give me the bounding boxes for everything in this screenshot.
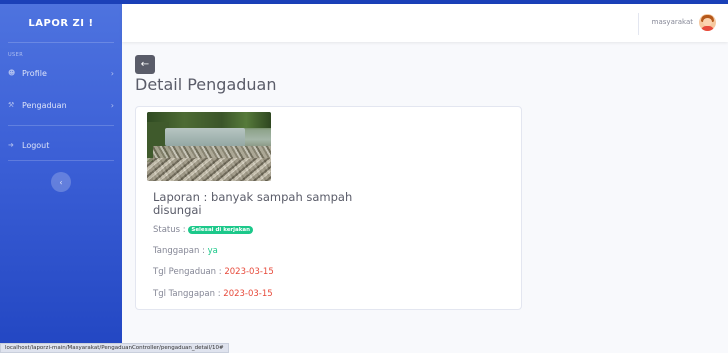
avatar[interactable] xyxy=(699,14,716,31)
complaint-date-label: Tgl Pengaduan : xyxy=(153,267,225,277)
user-icon: ☻ xyxy=(8,69,16,77)
detail-card: Laporan : banyak sampah sampah disungai … xyxy=(135,106,522,310)
complaint-date-line: Tgl Pengaduan : 2023-03-15 xyxy=(153,267,274,277)
browser-status-url: localhost/laporzi-main/Masyarakat/Pengad… xyxy=(0,343,229,353)
report-title: Laporan : banyak sampah sampah disungai xyxy=(153,191,353,217)
response-date-label: Tgl Tanggapan : xyxy=(153,289,224,299)
sidebar-item-logout[interactable]: ➜ Logout xyxy=(0,133,122,157)
sidebar-heading: USER xyxy=(8,52,24,58)
response-date-line: Tgl Tanggapan : 2023-03-15 xyxy=(153,289,273,299)
response-value: ya xyxy=(207,246,218,256)
avatar-body xyxy=(701,26,714,31)
response-date-value: 2023-03-15 xyxy=(223,289,273,299)
sidebar-item-profile[interactable]: ☻ Profile › xyxy=(0,61,122,85)
back-button[interactable]: ← xyxy=(135,55,155,74)
sidebar-item-label: Profile xyxy=(22,68,47,78)
chevron-right-icon: › xyxy=(110,68,114,78)
topbar-divider xyxy=(638,13,639,35)
status-line: Status : Selesai di kerjakan xyxy=(153,225,254,235)
sidebar-brand[interactable]: LAPOR ZI ! xyxy=(0,4,122,42)
report-label: Laporan : xyxy=(153,190,212,204)
wrench-icon: ⚒ xyxy=(8,101,15,109)
chevron-right-icon: › xyxy=(110,100,114,110)
sidebar-toggle-button[interactable]: ‹ xyxy=(51,172,71,192)
sidebar-divider xyxy=(8,160,114,161)
photo-water xyxy=(165,128,245,146)
response-line: Tanggapan : ya xyxy=(153,246,218,256)
logout-icon: ➜ xyxy=(8,141,14,149)
user-name[interactable]: masyarakat xyxy=(652,18,693,26)
sidebar-item-label: Pengaduan xyxy=(22,100,67,110)
complaint-date-value: 2023-03-15 xyxy=(224,267,274,277)
status-label: Status : xyxy=(153,225,189,235)
page-title: Detail Pengaduan xyxy=(135,75,277,94)
response-label: Tanggapan : xyxy=(153,246,208,256)
photo-trash xyxy=(147,158,271,181)
sidebar-item-label: Logout xyxy=(22,140,50,150)
sidebar-item-pengaduan[interactable]: ⚒ Pengaduan › xyxy=(0,93,122,117)
topbar: masyarakat xyxy=(122,4,728,42)
sidebar: LAPOR ZI ! USER ☻ Profile › ⚒ Pengaduan … xyxy=(0,4,122,353)
avatar-face xyxy=(703,18,712,26)
status-badge: Selesai di kerjakan xyxy=(188,226,254,234)
complaint-photo xyxy=(147,112,271,181)
